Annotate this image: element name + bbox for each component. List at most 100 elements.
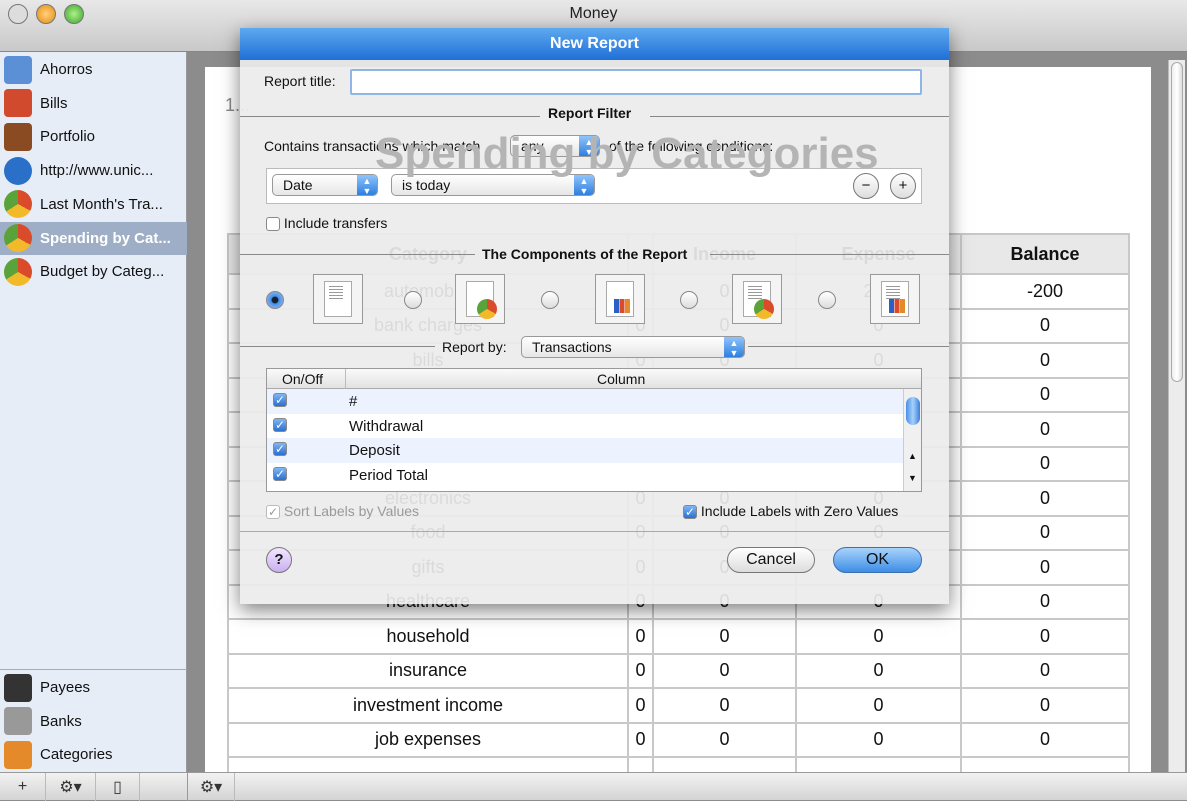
match-select[interactable]: any ▲ ▼ [510, 135, 600, 157]
sidebar-item[interactable]: Last Month's Tra... [0, 188, 187, 221]
stepper-arrows-icon: ▲ ▼ [579, 136, 599, 157]
report-by-select[interactable]: Transactions ▲ ▼ [521, 336, 745, 358]
condition-operator-select[interactable]: is today ▲ ▼ [391, 174, 595, 196]
list-item[interactable]: ✓ Deposit [267, 438, 921, 463]
sidebar-item[interactable]: Portfolio [0, 120, 187, 153]
match-value: any [521, 138, 544, 154]
sidebar-item[interactable]: Banks [0, 705, 187, 738]
column-toggle-checkbox[interactable]: ✓ [273, 393, 287, 407]
sidebar-item-label: http://www.unic... [40, 162, 154, 180]
match-suffix-label: of the following conditions: [609, 138, 774, 154]
report-title-input[interactable] [350, 69, 922, 95]
sidebar-item-label: Spending by Cat... [40, 229, 171, 247]
text-report-icon[interactable] [313, 274, 363, 324]
sidebar-item[interactable]: Spending by Cat... [0, 221, 187, 255]
report-by-value: Transactions [532, 339, 612, 355]
column-label: Withdrawal [349, 417, 424, 435]
table-cell: 0 [960, 618, 1130, 655]
remove-condition-button[interactable]: − [853, 173, 879, 199]
component-radio[interactable] [680, 291, 698, 309]
include-transfers-checkbox[interactable]: Include transfers [266, 215, 387, 232]
add-button[interactable]: + [0, 773, 46, 801]
table-cell: 0 [795, 721, 962, 758]
pie-chart-icon [4, 224, 32, 252]
cancel-button[interactable]: Cancel [727, 547, 815, 573]
table-cell: 0 [960, 687, 1130, 724]
list-item[interactable]: ✓ Withdrawal [267, 414, 921, 439]
bank-icon [4, 707, 32, 735]
sidebar-item[interactable]: Ahorros [0, 53, 187, 86]
table-cell: 0 [652, 687, 797, 724]
table-cell: 0 [960, 721, 1130, 758]
table-cell: investment income [227, 687, 629, 724]
sidebar-item[interactable]: http://www.unic... [0, 154, 187, 187]
scroll-up-arrow-icon[interactable]: ▲ [908, 451, 917, 461]
include-zero-checkbox[interactable]: ✓ Include Labels with Zero Values [683, 503, 899, 520]
stepper-arrows-icon: ▲ ▼ [357, 175, 377, 196]
list-scroll-thumb[interactable] [906, 397, 920, 425]
checkbox-icon: ✓ [266, 505, 280, 520]
sidebar-item[interactable]: Bills [0, 87, 187, 120]
table-cell: 0 [627, 721, 654, 758]
checkbox-icon [266, 217, 280, 232]
vertical-scrollbar[interactable] [1168, 60, 1185, 772]
sidebar-item-label: Categories [40, 746, 113, 763]
scroll-thumb[interactable] [1171, 62, 1183, 382]
new-report-dialog: New Report Report title: Report Filter C… [240, 28, 949, 604]
columns-list: On/Off Column ✓ # ✓ Withdrawal ✓ Deposit ✓ Peri… [266, 368, 922, 492]
sidebar-item[interactable]: Categories [0, 738, 187, 771]
add-condition-button[interactable]: + [890, 173, 916, 199]
gear-menu-icon[interactable]: ⚙▾ [46, 773, 96, 801]
include-zero-label: Include Labels with Zero Values [700, 503, 899, 519]
sidebar-item[interactable]: Budget by Categ... [0, 255, 187, 288]
table-cell: 0 [795, 652, 962, 689]
checkbox-icon: ✓ [683, 505, 697, 520]
column-toggle-checkbox[interactable]: ✓ [273, 442, 287, 456]
table-cell: 0 [627, 618, 654, 655]
component-radio[interactable] [818, 291, 836, 309]
table-cell: 0 [960, 514, 1130, 551]
table-cell: 0 [960, 583, 1130, 620]
column-header[interactable]: Balance [960, 233, 1130, 275]
categories-icon [4, 740, 32, 769]
list-scrollbar[interactable]: ▲ ▼ [903, 389, 921, 491]
help-button[interactable]: ? [266, 547, 292, 573]
pie-chart-icon [4, 190, 32, 219]
component-radio[interactable] [541, 291, 559, 309]
sort-labels-label: Sort Labels by Values [283, 503, 420, 519]
calendar-icon [4, 89, 32, 118]
component-radio[interactable] [266, 291, 284, 309]
pie-chart-report-icon[interactable] [455, 274, 505, 324]
sidebar-item[interactable]: Payees [0, 671, 187, 704]
scroll-down-arrow-icon[interactable]: ▼ [908, 473, 917, 483]
table-cell: 0 [795, 687, 962, 724]
table-row: job expenses 0 0 0 0 [227, 721, 1130, 758]
list-header: On/Off Column [267, 369, 921, 389]
toggle-icon[interactable]: ▯ [96, 773, 140, 801]
text-pie-report-icon[interactable] [732, 274, 782, 324]
component-radio[interactable] [404, 291, 422, 309]
list-item[interactable]: ✓ Period Total [267, 463, 921, 488]
column-toggle-checkbox[interactable]: ✓ [273, 466, 287, 481]
list-item[interactable]: ✓ # [267, 389, 921, 414]
ok-button[interactable]: OK [833, 547, 922, 573]
text-bar-report-icon[interactable] [870, 274, 920, 324]
bar-chart-report-icon[interactable] [595, 274, 645, 324]
table-row: investment income 0 0 0 0 [227, 687, 1130, 724]
table-cell: 0 [960, 480, 1130, 517]
match-prefix-label: Contains transactions which match [264, 138, 481, 154]
sidebar-item-label: Budget by Categ... [40, 263, 165, 281]
table-cell: job expenses [227, 721, 629, 758]
sidebar-item-label: Payees [40, 679, 91, 696]
bank-account-icon [4, 55, 32, 84]
header-column[interactable]: Column [597, 371, 645, 387]
report-by-label: Report by: [442, 339, 507, 355]
header-on-off[interactable]: On/Off [282, 371, 323, 387]
components-heading: The Components of the Report [482, 246, 688, 262]
report-gear-menu-icon[interactable]: ⚙▾ [187, 773, 235, 801]
sort-labels-checkbox[interactable]: ✓ Sort Labels by Values [266, 503, 420, 520]
column-toggle-checkbox[interactable]: ✓ [273, 417, 287, 432]
table-row: household 0 0 0 0 [227, 618, 1130, 655]
stepper-arrows-icon: ▲ ▼ [574, 175, 594, 196]
condition-field-select[interactable]: Date ▲ ▼ [272, 174, 378, 196]
